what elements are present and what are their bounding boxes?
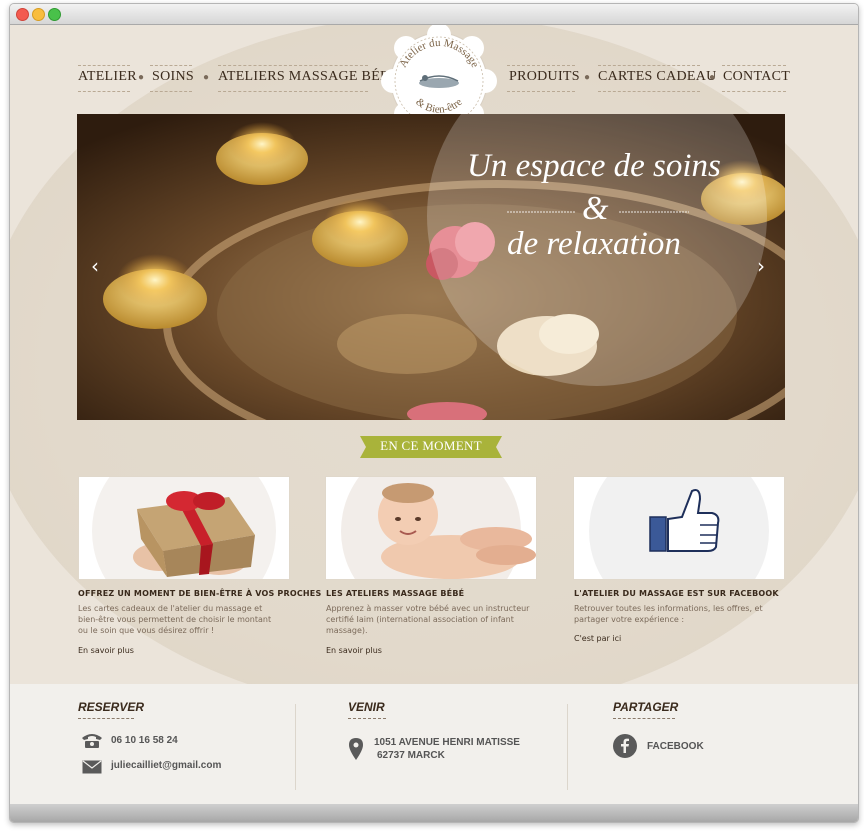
nav-separator-icon: ●	[203, 72, 210, 83]
baby-massage-image[interactable]	[325, 476, 537, 580]
footer-divider	[295, 704, 296, 790]
card-description: Apprenez à masser votre bébé avec un ins…	[326, 604, 530, 635]
address-line-1: 1051 AVENUE HENRI MATISSE	[374, 737, 520, 748]
facebook-link[interactable]: FACEBOOK	[647, 741, 704, 752]
nav-produits[interactable]: PRODUITS	[509, 69, 580, 85]
footer-title-underline	[348, 718, 386, 719]
nav-separator-icon: ●	[709, 72, 716, 83]
nav-divider	[150, 65, 192, 66]
card-facebook-link[interactable]: C'est par ici	[574, 634, 621, 643]
hero-line-3: de relaxation	[507, 226, 681, 262]
nav-divider	[78, 65, 130, 66]
nav-cartes-cadeau[interactable]: CARTES CADEAU	[598, 69, 717, 85]
site-footer: RESERVER 06 10 16 58 24 juliecailliet@gm…	[10, 684, 858, 804]
nav-divider	[598, 65, 700, 66]
hero-line-1: Un espace de soins	[467, 148, 721, 184]
nav-soins[interactable]: SOINS	[152, 69, 194, 85]
zoom-window-button[interactable]	[48, 8, 61, 21]
email-icon	[82, 760, 102, 774]
hero-slider: Un espace de soins & de relaxation ‹ ›	[77, 114, 785, 420]
page-bottom-bar	[10, 804, 858, 822]
location-pin-icon	[349, 738, 363, 760]
nav-separator-icon: ●	[138, 72, 145, 83]
card-title: LES ATELIERS MASSAGE BÉBÉ	[326, 589, 465, 598]
window-titlebar	[10, 4, 858, 25]
facebook-like-image[interactable]	[573, 476, 785, 580]
nav-atelier[interactable]: ATELIER	[78, 69, 137, 85]
footer-title-underline	[613, 718, 675, 719]
nav-contact[interactable]: CONTACT	[723, 69, 790, 85]
card-title: OFFREZ UN MOMENT DE BIEN-ÊTRE À VOS PROC…	[78, 589, 322, 598]
card-read-more-link[interactable]: En savoir plus	[78, 646, 134, 655]
footer-divider	[567, 704, 568, 790]
minimize-window-button[interactable]	[32, 8, 45, 21]
nav-ateliers-massage-bebe[interactable]: ATELIERS MASSAGE BÉBÉ	[218, 69, 399, 85]
nav-divider	[507, 65, 575, 66]
thumbs-up-icon	[589, 477, 769, 579]
browser-window: ATELIER ● SOINS ● ATELIERS MASSAGE BÉBÉ …	[9, 3, 859, 823]
card-description: Les cartes cadeaux de l'atelier du massa…	[78, 604, 272, 635]
close-window-button[interactable]	[16, 8, 29, 21]
hero-ampersand: &	[582, 190, 609, 227]
webpage: ATELIER ● SOINS ● ATELIERS MASSAGE BÉBÉ …	[10, 25, 858, 822]
footer-reserver-title: RESERVER	[78, 700, 145, 714]
footer-venir-title: VENIR	[348, 700, 385, 714]
nav-divider	[218, 65, 368, 66]
gift-card-image[interactable]	[78, 476, 290, 580]
phone-icon	[82, 734, 102, 748]
slider-next-arrow-icon[interactable]: ›	[757, 254, 765, 278]
hero-caption: Un espace de soins & de relaxation	[77, 114, 785, 420]
slider-prev-arrow-icon[interactable]: ‹	[91, 254, 99, 278]
card-description: Retrouver toutes les informations, les o…	[574, 604, 763, 624]
card-read-more-link[interactable]: En savoir plus	[326, 646, 382, 655]
facebook-icon[interactable]	[613, 734, 637, 758]
phone-number[interactable]: 06 10 16 58 24	[111, 735, 178, 746]
address-line-2: 62737 MARCK	[377, 750, 445, 761]
footer-title-underline	[78, 718, 134, 719]
email-address[interactable]: juliecailliet@gmail.com	[111, 760, 221, 771]
section-label: EN CE MOMENT	[380, 438, 482, 453]
card-title: L'ATELIER DU MASSAGE EST SUR FACEBOOK	[574, 589, 779, 598]
nav-separator-icon: ●	[584, 72, 591, 83]
nav-divider	[722, 65, 786, 66]
footer-partager-title: PARTAGER	[613, 700, 679, 714]
